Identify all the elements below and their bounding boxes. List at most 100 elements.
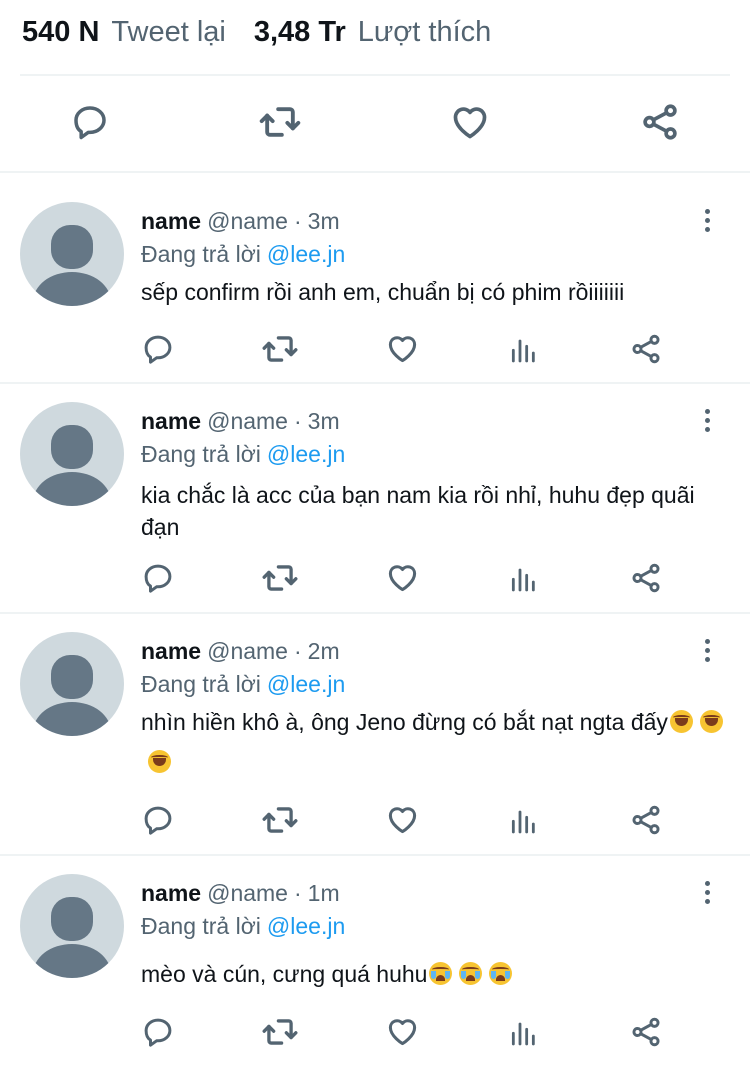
reply-tweet[interactable]: name @name · 3m Đang trả lời @lee.jn kia chắ…	[0, 402, 750, 612]
share-icon	[629, 1015, 663, 1054]
retweet-button[interactable]	[260, 802, 300, 842]
retweet-icon	[261, 330, 299, 373]
retweet-count: 540 N	[22, 15, 100, 48]
display-name[interactable]: name	[141, 638, 201, 664]
share-button[interactable]	[626, 802, 666, 842]
reply-button[interactable]	[66, 100, 114, 148]
retweet-icon	[261, 801, 299, 844]
mention-link[interactable]: @lee.jn	[267, 441, 345, 467]
divider	[20, 74, 730, 76]
loudly-crying-emoji	[429, 962, 453, 985]
like-icon	[385, 802, 420, 842]
reply-button[interactable]	[138, 1014, 178, 1054]
share-icon	[629, 561, 663, 600]
replying-to: Đang trả lời @lee.jn	[141, 439, 345, 469]
tears-of-joy-emoji	[699, 710, 723, 733]
mention-link[interactable]: @lee.jn	[267, 913, 345, 939]
like-count: 3,48 Tr	[253, 15, 346, 48]
reply-text: mèo và cún, cưng quá huhu	[141, 954, 731, 994]
like-button[interactable]	[382, 331, 422, 371]
display-name[interactable]: name	[141, 208, 201, 234]
analytics-icon	[508, 333, 540, 370]
engagement-stats: 540 N Tweet lại 3,48 Tr Lượt thích	[22, 10, 491, 54]
timestamp[interactable]: 3m	[308, 408, 340, 434]
more-options-button[interactable]	[692, 874, 722, 910]
timestamp[interactable]: 1m	[308, 880, 340, 906]
reply-tweet[interactable]: name @name · 2m Đang trả lời @lee.jn nhìn hi…	[0, 632, 750, 854]
avatar[interactable]	[20, 632, 124, 736]
display-name[interactable]: name	[141, 880, 201, 906]
share-button[interactable]	[626, 331, 666, 371]
replying-to-label: Đang trả lời	[141, 241, 261, 267]
analytics-icon	[508, 562, 540, 599]
avatar[interactable]	[20, 402, 124, 506]
replying-to-label: Đang trả lời	[141, 441, 261, 467]
analytics-button[interactable]	[504, 1014, 544, 1054]
tweet-action-bar	[0, 78, 750, 170]
reply-icon	[70, 102, 110, 147]
replying-to: Đang trả lời @lee.jn	[141, 669, 345, 699]
tears-of-joy-emoji	[669, 710, 693, 733]
retweet-button[interactable]	[260, 560, 300, 600]
reply-tweet[interactable]: name @name · 3m Đang trả lời @lee.jn sếp con…	[0, 202, 750, 382]
more-options-button[interactable]	[692, 632, 722, 668]
retweet-button[interactable]	[256, 100, 304, 148]
analytics-button[interactable]	[504, 331, 544, 371]
share-button[interactable]	[626, 560, 666, 600]
replying-to-label: Đang trả lời	[141, 671, 261, 697]
divider	[0, 612, 750, 614]
reply-tweet[interactable]: name @name · 1m Đang trả lời @lee.jn mèo và …	[0, 874, 750, 1065]
share-icon	[629, 803, 663, 842]
analytics-button[interactable]	[504, 802, 544, 842]
reply-text: kia chắc là acc của bạn nam kia rồi nhỉ,…	[141, 479, 731, 543]
retweet-icon	[261, 1013, 299, 1056]
like-label[interactable]: Lượt thích	[358, 16, 492, 49]
separator-dot: ·	[293, 638, 302, 664]
reply-header: name @name · 3m	[141, 406, 340, 436]
loudly-crying-emoji	[459, 962, 483, 985]
user-handle[interactable]: @name	[207, 638, 288, 664]
share-button[interactable]	[626, 1014, 666, 1054]
avatar[interactable]	[20, 874, 124, 978]
user-handle[interactable]: @name	[207, 208, 288, 234]
separator-dot: ·	[293, 880, 302, 906]
reply-button[interactable]	[138, 802, 178, 842]
timestamp[interactable]: 2m	[308, 638, 340, 664]
analytics-icon	[508, 1016, 540, 1053]
avatar[interactable]	[20, 202, 124, 306]
like-icon	[385, 1014, 420, 1054]
more-options-button[interactable]	[692, 202, 722, 238]
reply-button[interactable]	[138, 331, 178, 371]
user-handle[interactable]: @name	[207, 880, 288, 906]
like-icon	[449, 101, 491, 148]
more-options-button[interactable]	[692, 402, 722, 438]
retweet-icon	[261, 559, 299, 602]
reply-header: name @name · 1m	[141, 878, 340, 908]
user-handle[interactable]: @name	[207, 408, 288, 434]
reply-text: nhìn hiền khô à, ông Jeno đừng có bắt nạ…	[141, 702, 731, 782]
share-icon	[629, 332, 663, 371]
separator-dot: ·	[293, 408, 302, 434]
like-button[interactable]	[446, 100, 494, 148]
divider	[0, 382, 750, 384]
share-icon	[639, 101, 681, 148]
divider	[0, 171, 750, 173]
like-button[interactable]	[382, 560, 422, 600]
reply-text-content: kia chắc là acc của bạn nam kia rồi nhỉ,…	[141, 482, 695, 540]
mention-link[interactable]: @lee.jn	[267, 671, 345, 697]
retweet-label[interactable]: Tweet lại	[111, 16, 225, 49]
like-button[interactable]	[382, 1014, 422, 1054]
timestamp[interactable]: 3m	[308, 208, 340, 234]
analytics-button[interactable]	[504, 560, 544, 600]
like-button[interactable]	[382, 802, 422, 842]
mention-link[interactable]: @lee.jn	[267, 241, 345, 267]
replying-to: Đang trả lời @lee.jn	[141, 911, 345, 941]
loudly-crying-emoji	[489, 962, 513, 985]
share-button[interactable]	[636, 100, 684, 148]
retweet-button[interactable]	[260, 1014, 300, 1054]
reply-button[interactable]	[138, 560, 178, 600]
reply-header: name @name · 2m	[141, 636, 340, 666]
reply-text-content: sếp confirm rồi anh em, chuẩn bị có phim…	[141, 279, 625, 305]
display-name[interactable]: name	[141, 408, 201, 434]
retweet-button[interactable]	[260, 331, 300, 371]
